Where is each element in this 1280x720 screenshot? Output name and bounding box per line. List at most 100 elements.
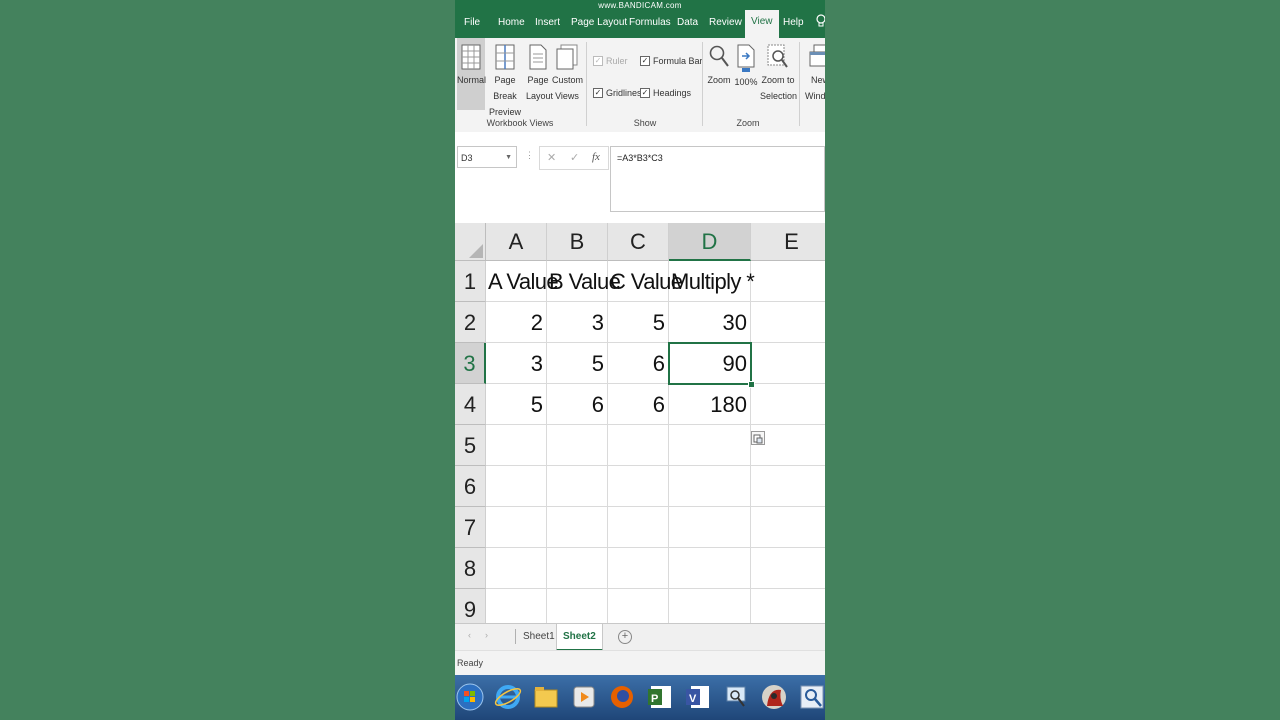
cell-empty[interactable] bbox=[547, 548, 608, 589]
gridlines-checkbox[interactable]: ✓ Gridlines bbox=[593, 86, 642, 100]
cell-empty[interactable] bbox=[486, 425, 547, 466]
windows-start-icon[interactable] bbox=[455, 682, 485, 712]
cell-b2[interactable]: 3 bbox=[547, 302, 608, 343]
internet-explorer-icon[interactable] bbox=[493, 682, 523, 712]
formula-bar-checkbox[interactable]: ✓ Formula Bar bbox=[640, 54, 703, 68]
mascot-app-icon[interactable] bbox=[759, 682, 789, 712]
column-header-b[interactable]: B bbox=[547, 223, 608, 261]
page-break-preview-button[interactable]: Page Break Preview bbox=[486, 38, 524, 117]
cell-empty[interactable] bbox=[547, 425, 608, 466]
row-header-2[interactable]: 2 bbox=[455, 302, 486, 343]
row-header-3[interactable]: 3 bbox=[455, 343, 486, 384]
tab-data[interactable]: Data bbox=[677, 12, 698, 34]
ruler-checkbox[interactable]: ✓ Ruler bbox=[593, 54, 628, 68]
cell-c1[interactable]: C Value bbox=[608, 261, 683, 302]
page-layout-view-button[interactable]: Page Layout bbox=[526, 38, 553, 110]
paste-options-button[interactable] bbox=[751, 431, 765, 445]
cell-c4[interactable]: 6 bbox=[608, 384, 669, 425]
select-all-corner[interactable] bbox=[455, 223, 486, 261]
worksheet-grid[interactable]: A B C D E 1 2 3 4 5 6 7 8 9 A Value B Va… bbox=[455, 223, 825, 623]
tab-page-layout[interactable]: Page Layout bbox=[571, 12, 627, 34]
column-header-e[interactable]: E bbox=[751, 223, 825, 261]
file-explorer-icon[interactable] bbox=[531, 682, 561, 712]
cell-a2[interactable]: 2 bbox=[486, 302, 547, 343]
formula-bar-resize-handle[interactable]: ⋮ bbox=[525, 150, 534, 161]
row-header-7[interactable]: 7 bbox=[455, 507, 486, 548]
tab-file[interactable]: File bbox=[464, 12, 480, 34]
zoom-button[interactable]: Zoom bbox=[706, 38, 732, 110]
cell-a4[interactable]: 5 bbox=[486, 384, 547, 425]
tab-insert[interactable]: Insert bbox=[535, 12, 560, 34]
tab-formulas[interactable]: Formulas bbox=[629, 12, 671, 34]
cell-empty[interactable] bbox=[547, 466, 608, 507]
cell-empty[interactable] bbox=[669, 425, 751, 466]
row-header-5[interactable]: 5 bbox=[455, 425, 486, 466]
row-header-4[interactable]: 4 bbox=[455, 384, 486, 425]
chevron-down-icon[interactable]: ▼ bbox=[505, 147, 512, 169]
new-window-button[interactable]: New Windo bbox=[805, 38, 825, 110]
column-header-a[interactable]: A bbox=[486, 223, 547, 261]
cell-empty[interactable] bbox=[751, 589, 825, 623]
sheet-tab-sheet1[interactable]: Sheet1 bbox=[517, 624, 561, 649]
cell-empty[interactable] bbox=[608, 548, 669, 589]
cell-empty[interactable] bbox=[608, 425, 669, 466]
cell-d1[interactable]: Multiply * bbox=[669, 261, 755, 302]
visio-app-icon[interactable]: V bbox=[683, 682, 713, 712]
fill-handle[interactable] bbox=[748, 381, 755, 388]
chevron-left-icon[interactable]: ‹ bbox=[468, 630, 471, 640]
normal-view-button[interactable]: Normal bbox=[457, 38, 486, 110]
cell-empty[interactable] bbox=[486, 589, 547, 623]
cell-d4[interactable]: 180 bbox=[669, 384, 751, 425]
cell-e4[interactable] bbox=[751, 384, 825, 425]
cell-e1[interactable] bbox=[751, 261, 825, 302]
zoom-100-button[interactable]: 100% bbox=[734, 38, 758, 110]
cell-empty[interactable] bbox=[751, 548, 825, 589]
chevron-right-icon[interactable]: › bbox=[485, 630, 488, 640]
firefox-icon[interactable] bbox=[607, 682, 637, 712]
cell-b3[interactable]: 5 bbox=[547, 343, 608, 384]
cell-empty[interactable] bbox=[608, 466, 669, 507]
sheet-tab-sheet2[interactable]: Sheet2 bbox=[556, 624, 603, 651]
cell-empty[interactable] bbox=[486, 466, 547, 507]
lightbulb-icon[interactable] bbox=[816, 14, 825, 28]
cell-empty[interactable] bbox=[547, 507, 608, 548]
cell-e2[interactable] bbox=[751, 302, 825, 343]
cell-empty[interactable] bbox=[751, 466, 825, 507]
cell-empty[interactable] bbox=[486, 548, 547, 589]
cell-a3[interactable]: 3 bbox=[486, 343, 547, 384]
enter-icon[interactable]: ✓ bbox=[570, 151, 579, 164]
zoom-to-selection-button[interactable]: Zoom to Selection bbox=[760, 38, 797, 110]
add-sheet-icon[interactable]: + bbox=[618, 630, 632, 644]
tab-home[interactable]: Home bbox=[498, 12, 525, 34]
cell-a1[interactable]: A Value bbox=[486, 261, 559, 302]
row-header-8[interactable]: 8 bbox=[455, 548, 486, 589]
cell-empty[interactable] bbox=[669, 589, 751, 623]
cell-empty[interactable] bbox=[547, 589, 608, 623]
name-box[interactable]: D3 ▼ bbox=[457, 146, 517, 168]
cell-c2[interactable]: 5 bbox=[608, 302, 669, 343]
cell-empty[interactable] bbox=[669, 507, 751, 548]
cell-empty[interactable] bbox=[669, 466, 751, 507]
headings-checkbox[interactable]: ✓ Headings bbox=[640, 86, 691, 100]
cell-empty[interactable] bbox=[608, 507, 669, 548]
project-app-icon[interactable]: P bbox=[645, 682, 675, 712]
media-player-icon[interactable] bbox=[569, 682, 599, 712]
cell-empty[interactable] bbox=[751, 507, 825, 548]
tab-help[interactable]: Help bbox=[783, 12, 804, 34]
cell-e3[interactable] bbox=[751, 343, 825, 384]
search-app-icon[interactable] bbox=[797, 682, 825, 712]
custom-views-button[interactable]: Custom Views bbox=[552, 38, 583, 110]
cell-empty[interactable] bbox=[669, 548, 751, 589]
network-app-icon[interactable] bbox=[721, 682, 751, 712]
cell-empty[interactable] bbox=[486, 507, 547, 548]
column-header-c[interactable]: C bbox=[608, 223, 669, 261]
cell-d3[interactable]: 90 bbox=[669, 343, 751, 384]
cell-d2[interactable]: 30 bbox=[669, 302, 751, 343]
cancel-icon[interactable]: ✕ bbox=[547, 151, 556, 164]
row-header-1[interactable]: 1 bbox=[455, 261, 486, 302]
insert-function-icon[interactable]: fx bbox=[592, 151, 600, 163]
cell-c3[interactable]: 6 bbox=[608, 343, 669, 384]
cell-empty[interactable] bbox=[608, 589, 669, 623]
tab-review[interactable]: Review bbox=[709, 12, 742, 34]
row-header-9[interactable]: 9 bbox=[455, 589, 486, 623]
